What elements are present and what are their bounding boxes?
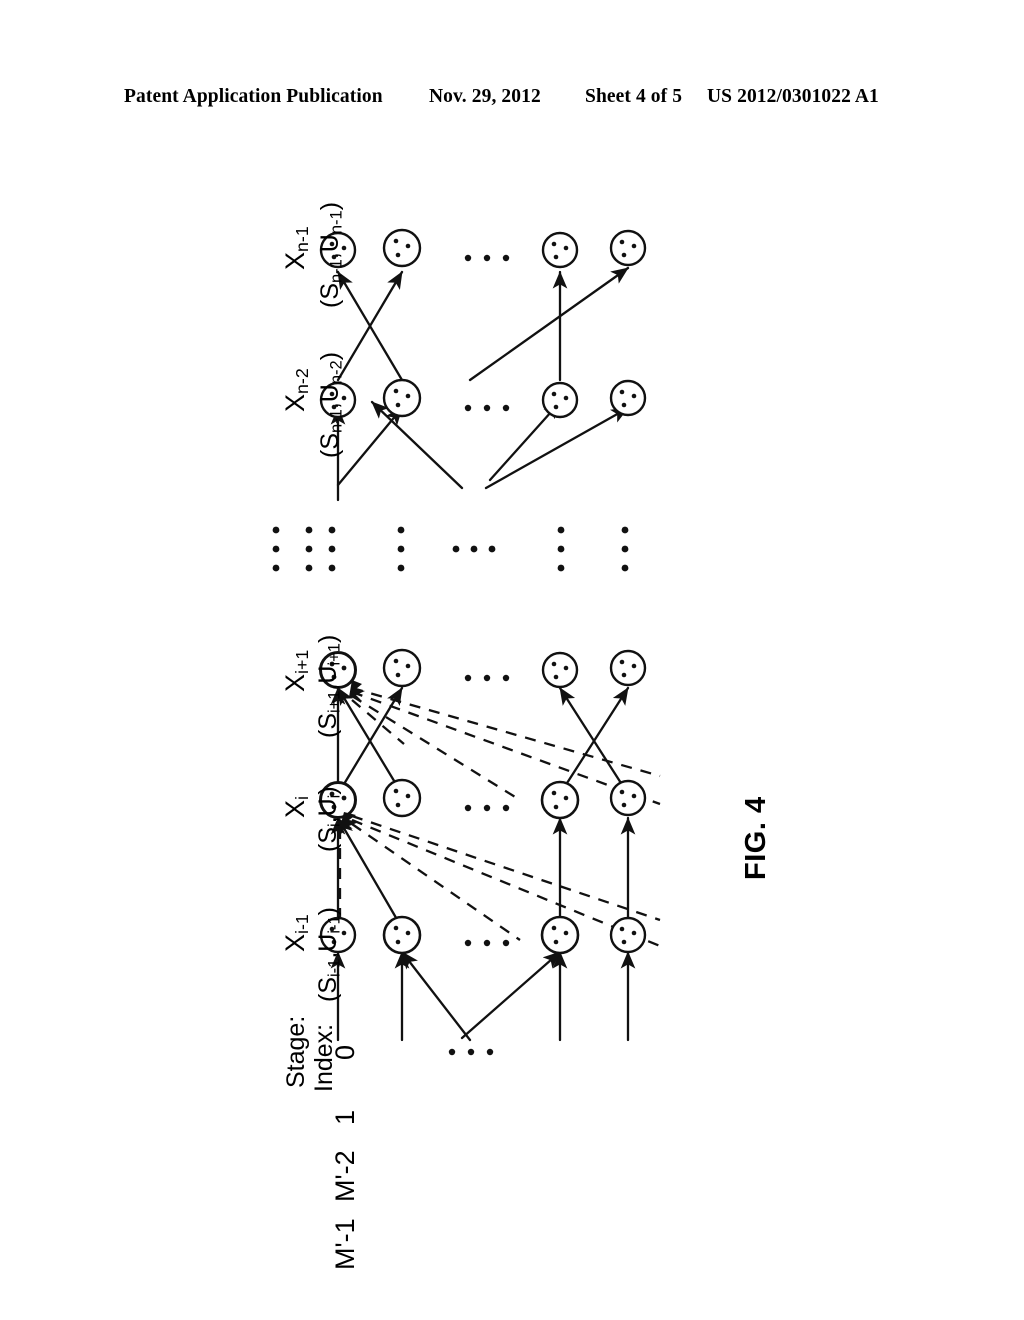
label-stage-pair-upper-0: (Sn-1,Un-2) bbox=[316, 351, 346, 458]
trellis-node bbox=[541, 651, 579, 689]
node-group-lower-stage-i-minus-1 bbox=[319, 915, 647, 955]
edge-lower-b bbox=[336, 816, 404, 930]
trellis-node bbox=[540, 915, 580, 955]
figure-caption: FIG. 4 bbox=[740, 796, 772, 880]
edge-dashed-top-0 bbox=[351, 686, 661, 778]
trellis-node bbox=[382, 378, 422, 418]
stage-axis-label: Stage: bbox=[282, 1015, 310, 1088]
trellis-node bbox=[609, 229, 647, 267]
trellis-node bbox=[382, 228, 422, 268]
trellis-node bbox=[382, 915, 422, 955]
trellis-node bbox=[609, 916, 647, 954]
trellis-node bbox=[382, 648, 422, 688]
vertical-ellipsis bbox=[272, 526, 280, 572]
publication-number: US 2012/0301022 A1 bbox=[707, 86, 879, 107]
edge-upper-incoming-2 bbox=[370, 400, 464, 490]
label-stage-pair-lower-0: (Si-1,Ui-1) bbox=[314, 906, 344, 1002]
edge-dashed-mid-0 bbox=[351, 814, 661, 922]
row-ellipsis bbox=[464, 939, 510, 947]
vertical-ellipsis bbox=[621, 526, 629, 572]
edge-dashed-mid-2 bbox=[351, 823, 521, 941]
label-stage-variable-lower-1: Xi bbox=[280, 796, 312, 818]
trellis-node bbox=[541, 231, 579, 269]
row-ellipsis bbox=[464, 254, 510, 262]
edge-upper-incoming-1 bbox=[336, 406, 404, 487]
index-value-Mprime-1: M'-1 bbox=[330, 1218, 360, 1270]
vertical-ellipsis bbox=[328, 526, 336, 572]
index-value-Mprime-2: M'-2 bbox=[330, 1150, 360, 1202]
node-group-lower-stage-i bbox=[319, 778, 647, 831]
trellis-node bbox=[540, 780, 580, 820]
publication-date: Nov. 29, 2012 bbox=[429, 86, 541, 107]
label-stage-variable-lower-0: Xi-1 bbox=[280, 914, 312, 952]
edge-upper-diag-d bbox=[468, 266, 630, 382]
label-stage-variable-upper-1: Xn-1 bbox=[280, 226, 312, 270]
row-ellipsis bbox=[464, 404, 510, 412]
row-ellipsis bbox=[464, 804, 510, 812]
figure-drawing-area: Xn-1 (Sn-1,Un-1) Xn-2 (Sn-1,Un-2) Xi+1 (… bbox=[0, 140, 1024, 1280]
label-stage-pair-upper-1: (Sn-1,Un-1) bbox=[316, 201, 346, 308]
index-value-0: 0 bbox=[330, 1044, 360, 1060]
row-ellipsis bbox=[464, 674, 510, 682]
index-value-1: 1 bbox=[330, 1109, 360, 1125]
label-stage-variable-lower-2: Xi+1 bbox=[280, 649, 312, 692]
label-stage-pair-lower-2: (Si+1,Ui+1) bbox=[314, 634, 344, 738]
node-group-lower-stage-i-plus-1 bbox=[319, 648, 647, 700]
label-stage-pair-lower-1: (Si,Ui) bbox=[314, 786, 344, 852]
label-stage-variable-upper-0: Xn-2 bbox=[280, 368, 312, 412]
trellis-diagram-svg bbox=[272, 228, 661, 1056]
publication-title: Patent Application Publication bbox=[124, 86, 383, 107]
node-group-upper-stage-n-2 bbox=[319, 378, 647, 419]
trellis-node bbox=[541, 381, 579, 419]
edge-lower-incoming-4 bbox=[400, 950, 472, 1042]
trellis-node bbox=[382, 778, 422, 818]
edge-lower-incoming-5 bbox=[460, 950, 562, 1040]
row-ellipsis-index-axis bbox=[448, 1048, 494, 1056]
vertical-ellipsis bbox=[305, 526, 313, 572]
trellis-node bbox=[609, 379, 647, 417]
vertical-ellipsis bbox=[557, 526, 565, 572]
vertical-ellipsis bbox=[397, 526, 405, 572]
horizontal-ellipsis-center bbox=[452, 545, 496, 553]
node-group-upper-stage-n-1 bbox=[319, 228, 647, 269]
trellis-node bbox=[609, 779, 647, 817]
publication-header: Patent Application Publication Nov. 29, … bbox=[0, 86, 1024, 114]
trellis-node bbox=[609, 649, 647, 687]
sheet-number: Sheet 4 of 5 bbox=[585, 86, 683, 107]
patent-drawing-page: Patent Application Publication Nov. 29, … bbox=[0, 0, 1024, 1320]
edge-upper-incoming-4 bbox=[484, 406, 630, 490]
block-separator-ellipsis-group bbox=[272, 526, 629, 572]
